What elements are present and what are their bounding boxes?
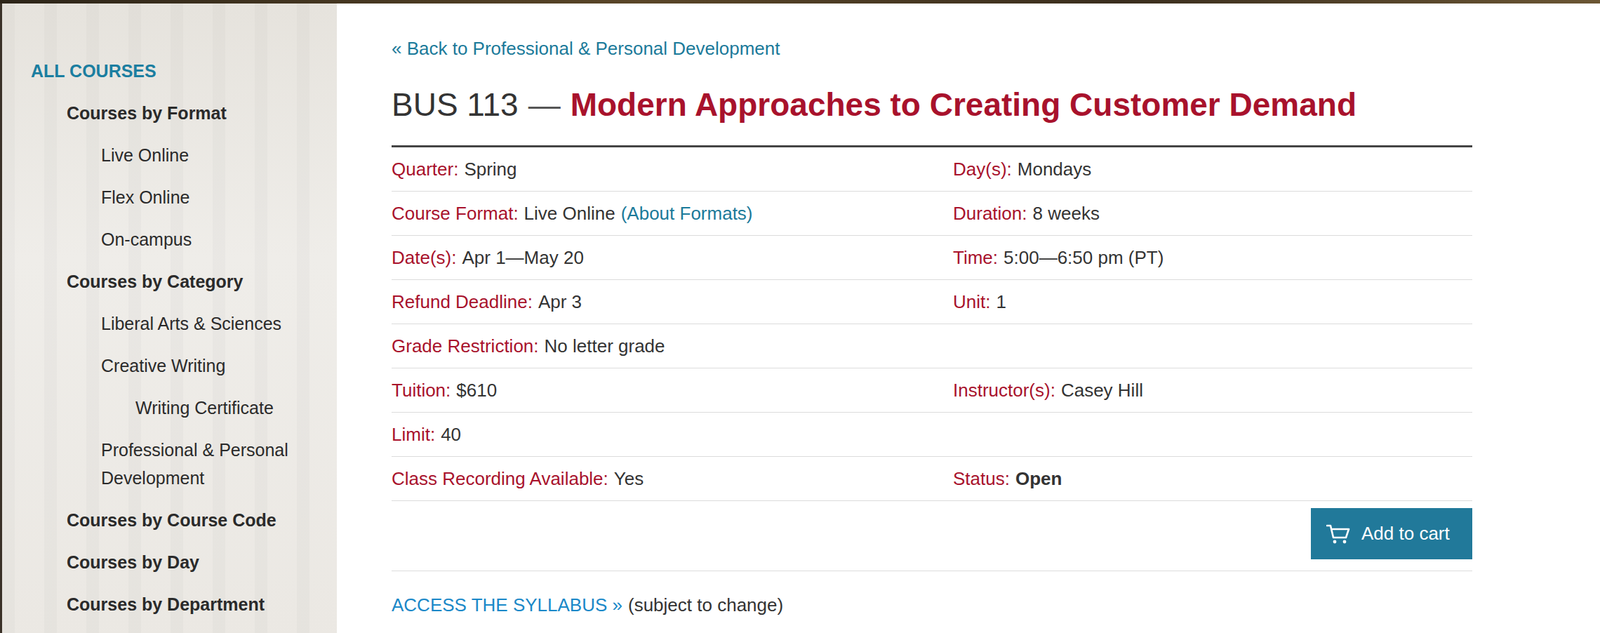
details-cell: Day(s):Mondays (952, 148, 1473, 191)
details-row: Refund Deadline:Apr 3Unit:1 (391, 280, 1473, 325)
sidebar-item[interactable]: Courses by Course Code (2, 498, 316, 542)
field-value: No letter grade (544, 335, 666, 357)
sidebar-item[interactable]: Live Online (2, 134, 316, 177)
add-to-cart-button[interactable]: Add to cart (1310, 508, 1473, 560)
course-code: BUS 113 (391, 86, 519, 123)
details-cell: Duration:8 weeks (952, 192, 1473, 235)
field-value: $610 (456, 379, 497, 401)
back-link[interactable]: « Back to Professional & Personal Develo… (391, 35, 1473, 62)
page: ALL COURSESCourses by FormatLive OnlineF… (0, 0, 1600, 633)
field-value: Apr 3 (538, 291, 582, 313)
details-cell: Limit:40 (391, 413, 953, 456)
field-label: Day(s): (952, 158, 1012, 180)
field-value: Apr 1—May 20 (461, 247, 584, 269)
add-to-cart-label: Add to cart (1361, 522, 1450, 545)
details-cell: Status:Open (952, 457, 1473, 500)
syllabus-row: ACCESS THE SYLLABUS »(subject to change) (391, 571, 1473, 618)
details-cell: Course Format:Live Online(About Formats) (391, 192, 953, 235)
sidebar-item[interactable]: Courses by Department (2, 583, 316, 626)
details-cell: Refund Deadline:Apr 3 (391, 280, 953, 323)
cart-icon (1326, 523, 1351, 545)
sidebar-item[interactable]: On-campus (2, 218, 316, 261)
field-label: Tuition: (391, 379, 451, 401)
field-label: Course Format: (391, 202, 519, 224)
sidebar-heading[interactable]: ALL COURSES (2, 49, 316, 92)
details-row: Course Format:Live Online(About Formats)… (391, 191, 1473, 236)
field-label: Limit: (391, 423, 436, 445)
about-formats-link[interactable]: (About Formats) (621, 202, 753, 224)
details-table: Quarter:SpringDay(s):MondaysCourse Forma… (391, 147, 1473, 502)
details-cell: Class Recording Available:Yes (391, 457, 953, 500)
course-detail: « Back to Professional & Personal Develo… (336, 3, 1600, 633)
field-label: Class Recording Available: (391, 468, 609, 490)
details-cell: Unit:1 (952, 280, 1473, 323)
sidebar-item[interactable]: Flex Online (2, 176, 316, 219)
sidebar: ALL COURSESCourses by FormatLive OnlineF… (0, 3, 337, 633)
field-value: 8 weeks (1032, 202, 1100, 224)
details-row: Class Recording Available:YesStatus:Open (391, 456, 1473, 502)
field-label: Grade Restriction: (391, 335, 539, 357)
details-cell: Instructor(s):Casey Hill (952, 369, 1473, 412)
field-value: 40 (440, 423, 462, 445)
details-row: Quarter:SpringDay(s):Mondays (391, 147, 1473, 192)
field-label: Date(s): (391, 247, 457, 269)
details-row: Limit:40 (391, 412, 1473, 457)
field-label: Refund Deadline: (391, 291, 533, 313)
sidebar-item[interactable]: Creative Writing (2, 344, 316, 387)
title-separator: — (528, 86, 561, 123)
field-value: 1 (995, 291, 1006, 313)
details-row: Tuition:$610Instructor(s):Casey Hill (391, 368, 1473, 413)
field-label: Status: (952, 468, 1010, 490)
details-cell: Grade Restriction:No letter grade (391, 324, 953, 368)
field-label: Time: (952, 247, 998, 269)
sidebar-item[interactable]: Professional & Personal Development (2, 428, 316, 499)
details-row: Grade Restriction:No letter grade (391, 324, 1473, 369)
field-value: Live Online (524, 202, 616, 224)
course-name: Modern Approaches to Creating Customer D… (570, 86, 1357, 123)
details-row: Date(s):Apr 1—May 20Time:5:00—6:50 pm (P… (391, 235, 1473, 280)
details-cell: Tuition:$610 (391, 369, 953, 412)
field-value: Yes (614, 468, 644, 490)
field-value: Casey Hill (1061, 379, 1144, 401)
field-value: Mondays (1017, 158, 1092, 180)
page-body: ALL COURSESCourses by FormatLive OnlineF… (0, 3, 1600, 633)
sidebar-item[interactable]: Writing Certificate (2, 386, 316, 429)
sidebar-item[interactable]: Courses by Category (2, 260, 316, 303)
field-label: Unit: (952, 291, 991, 313)
syllabus-link[interactable]: ACCESS THE SYLLABUS » (391, 594, 623, 616)
field-label: Duration: (952, 202, 1028, 224)
field-label: Quarter: (391, 158, 459, 180)
course-title: BUS 113—Modern Approaches to Creating Cu… (391, 83, 1473, 148)
field-value: Spring (463, 158, 517, 180)
field-value: 5:00—6:50 pm (PT) (1003, 247, 1164, 269)
details-cell: Quarter:Spring (391, 148, 953, 191)
field-label: Instructor(s): (952, 379, 1056, 401)
sidebar-item[interactable]: Liberal Arts & Sciences (2, 302, 316, 345)
details-cell: Time:5:00—6:50 pm (PT) (952, 236, 1473, 279)
details-cell: Date(s):Apr 1—May 20 (391, 236, 953, 279)
sidebar-item[interactable]: Courses by Day (2, 541, 316, 584)
details-cell (952, 425, 1473, 444)
sidebar-item[interactable]: Courses by Format (2, 91, 316, 135)
field-value: Open (1015, 468, 1062, 490)
syllabus-note: (subject to change) (628, 594, 784, 616)
cart-row: Add to cart (391, 501, 1473, 572)
details-cell (952, 336, 1473, 356)
